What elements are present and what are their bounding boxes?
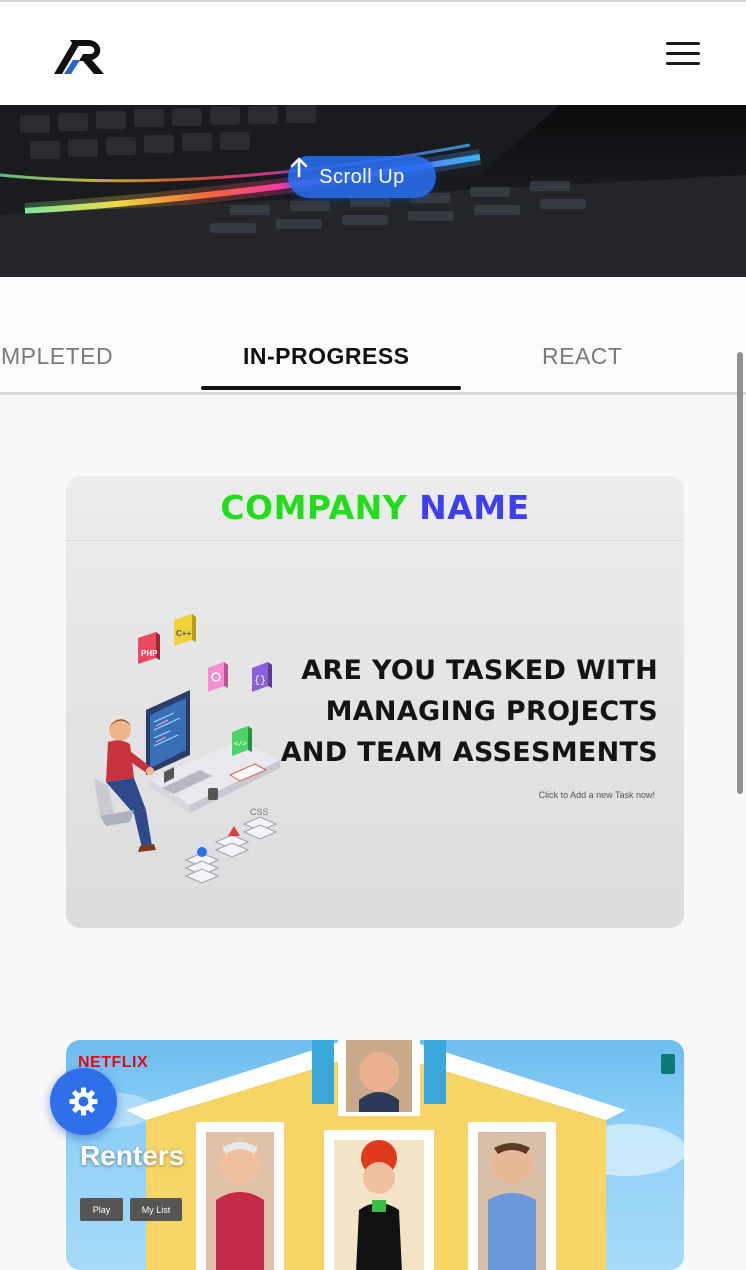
hamburger-menu-icon[interactable] bbox=[662, 38, 704, 70]
show-title: Renters bbox=[80, 1140, 185, 1171]
scroll-up-button[interactable]: Scroll Up bbox=[288, 156, 436, 198]
company-name-title: COMPANY NAME bbox=[66, 476, 684, 540]
project-card-netflix[interactable]: NETFLIX Renters Play My List bbox=[66, 1040, 684, 1270]
name-word: NAME bbox=[419, 488, 530, 527]
card-header: COMPANY NAME bbox=[66, 476, 684, 541]
settings-fab[interactable] bbox=[50, 1068, 117, 1135]
project-card-company[interactable]: COMPANY NAME PHP C++ {} </> CSS ARE YOU … bbox=[66, 476, 684, 928]
settings-icon bbox=[69, 1087, 98, 1116]
arrow-up-icon bbox=[290, 157, 308, 178]
play-button[interactable]: Play bbox=[80, 1198, 123, 1221]
navbar bbox=[0, 2, 746, 105]
company-word: COMPANY bbox=[220, 488, 408, 527]
active-tab-indicator bbox=[201, 386, 461, 390]
headline-line-1: ARE YOU TASKED WITH bbox=[301, 655, 658, 686]
card-headline: ARE YOU TASKED WITH MANAGING PROJECTS AN… bbox=[258, 650, 658, 773]
badge-icon bbox=[661, 1054, 675, 1074]
tab-react[interactable]: REACT bbox=[542, 343, 622, 370]
my-list-button[interactable]: My List bbox=[130, 1198, 182, 1221]
php-badge: PHP bbox=[141, 649, 158, 658]
scroll-up-label: Scroll Up bbox=[319, 165, 405, 188]
cpp-badge: C++ bbox=[176, 629, 191, 638]
headline-line-2: MANAGING PROJECTS bbox=[325, 696, 658, 727]
hero-banner: Scroll Up bbox=[0, 105, 746, 277]
add-task-cta[interactable]: Click to Add a new Task now! bbox=[539, 790, 655, 800]
tab-in-progress[interactable]: IN-PROGRESS bbox=[243, 343, 410, 370]
headline-line-3: AND TEAM ASSESMENTS bbox=[280, 737, 658, 768]
scrollbar[interactable] bbox=[737, 352, 743, 794]
logo[interactable] bbox=[52, 36, 108, 76]
svg-text:</>: </> bbox=[234, 741, 247, 749]
project-tabs: MPLETED IN-PROGRESS REACT bbox=[0, 277, 746, 395]
css-badge: CSS bbox=[250, 807, 269, 817]
tab-completed[interactable]: MPLETED bbox=[1, 343, 113, 370]
